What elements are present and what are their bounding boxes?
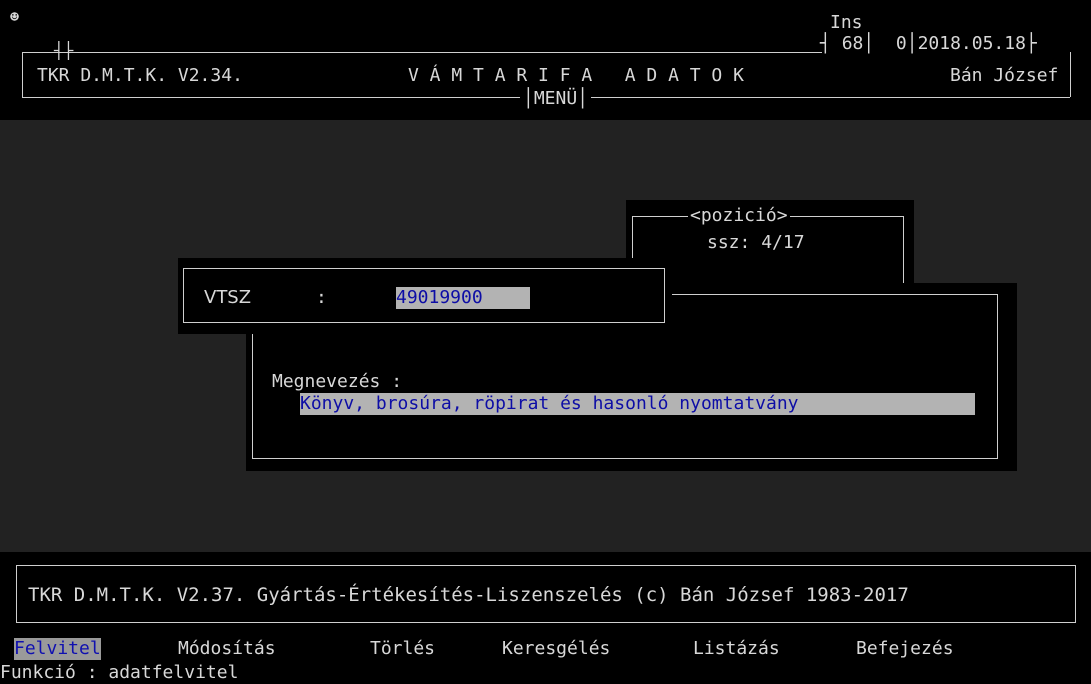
ssz-value: 4/17 [761, 232, 805, 253]
header-top-border [22, 52, 822, 53]
vtsz-input[interactable]: 49019900 [396, 287, 530, 309]
function-line: Funkció : adatfelvitel [0, 662, 239, 683]
menu-item-befejezes[interactable]: Befejezés [856, 638, 954, 660]
vtsz-label: VTSZ [204, 287, 252, 308]
ssz-indicator: ssz: 4/17 [707, 232, 805, 254]
header-left-border [22, 52, 23, 97]
status-counter: 0 [895, 33, 907, 54]
menu-item-modositas[interactable]: Módosítás [178, 638, 276, 660]
copyright-text: TKR D.M.T.K. V2.37. Gyártás-Értékesítés-… [28, 584, 909, 606]
insert-mode-indicator: Ins [830, 12, 863, 33]
record-counter: 68 [841, 33, 864, 54]
header-status-line: ┤ 68│ 0│2018.05.18├ [820, 33, 1037, 54]
menu-item-felvitel[interactable]: Felvitel [14, 638, 101, 660]
header-date: 2018.05.18 [917, 33, 1026, 54]
position-label: <pozició> [688, 205, 790, 227]
user-name: Bán József [950, 65, 1059, 86]
menu-item-listazas[interactable]: Listázás [693, 638, 780, 660]
header-right-border [1070, 52, 1071, 97]
ssz-label: ssz: [707, 232, 751, 253]
page-title: V Á M T A R I F A A D A T O K [408, 65, 744, 86]
vtsz-separator: : [316, 287, 327, 308]
menu-label: │MENÜ│ [520, 88, 592, 110]
description-input[interactable]: Könyv, brosúra, röpirat és hasonló nyomt… [300, 393, 975, 415]
app-version: TKR D.M.T.K. V2.34. [37, 65, 243, 86]
smiley-icon: ☻ [10, 8, 20, 26]
description-label: Megnevezés : [272, 371, 403, 392]
menu-item-torles[interactable]: Törlés [370, 638, 435, 660]
header-bar: ☻ Ins ┤├ ┤ 68│ 0│2018.05.18├ TKR D.M.T.K… [0, 0, 1091, 120]
menu-item-keresgeles[interactable]: Keresgélés [502, 638, 610, 660]
header-tick-marks: ┤├ [54, 41, 74, 60]
